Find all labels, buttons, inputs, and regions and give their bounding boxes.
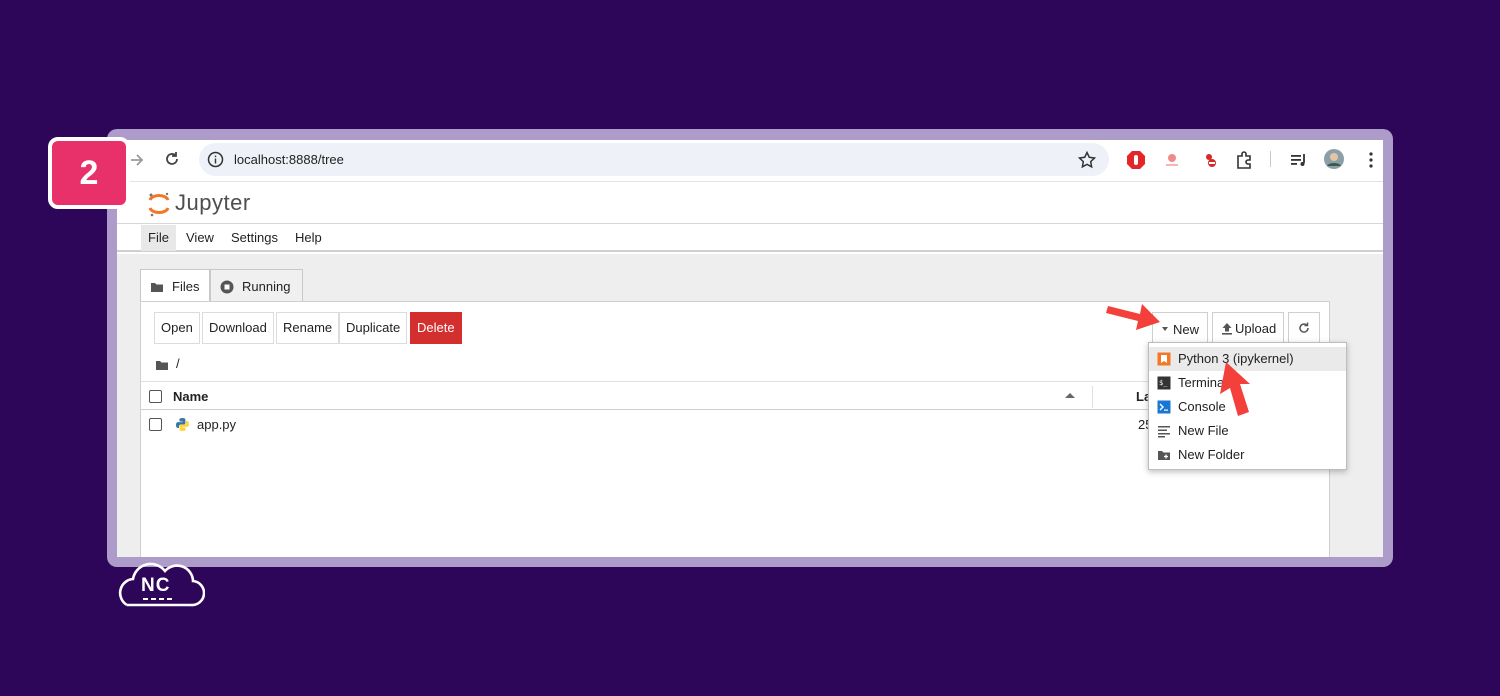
text-file-icon — [1157, 424, 1171, 438]
profile-avatar[interactable] — [1323, 148, 1345, 170]
browser-toolbar: localhost:8888/tree — [117, 140, 1383, 182]
toolbar-divider — [1270, 151, 1271, 167]
tab-files-label: Files — [172, 279, 200, 294]
annotation-arrow-icon — [1106, 304, 1160, 330]
refresh-button[interactable] — [1288, 312, 1320, 344]
step-number-badge: 2 — [48, 137, 130, 209]
running-stop-icon — [220, 280, 234, 294]
new-menu-item-new-file[interactable]: New File — [1149, 419, 1346, 443]
upload-icon — [1221, 322, 1233, 335]
folder-icon — [150, 280, 164, 294]
nc-logo-text: NC — [141, 575, 171, 596]
new-menu-item-new-folder[interactable]: New Folder — [1149, 443, 1346, 467]
nc-brand-logo: NC — [113, 555, 206, 610]
folder-icon[interactable] — [155, 358, 169, 372]
download-button[interactable]: Download — [202, 312, 274, 344]
tab-files[interactable]: Files — [140, 269, 210, 302]
menu-file[interactable]: File — [141, 225, 176, 251]
sort-ascending-icon[interactable] — [1065, 393, 1075, 398]
adblock-extension-icon[interactable] — [1125, 149, 1147, 171]
new-menu-item-label: New File — [1178, 423, 1229, 438]
svg-text:$_: $_ — [1159, 379, 1168, 387]
reload-icon[interactable] — [161, 148, 183, 170]
site-info-icon[interactable] — [207, 151, 224, 168]
breadcrumb-path[interactable]: / — [176, 356, 180, 371]
menu-bar: File View Settings Help — [117, 225, 1383, 252]
browser-menu-icon[interactable] — [1360, 149, 1382, 171]
jupyter-logo-text: Jupyter — [175, 190, 251, 215]
tab-running-label: Running — [242, 279, 291, 294]
extension-icon[interactable] — [1161, 149, 1183, 171]
forward-icon[interactable] — [127, 150, 147, 170]
console-icon — [1157, 400, 1171, 414]
terminal-icon: $_ — [1157, 376, 1171, 390]
column-divider[interactable] — [1092, 386, 1093, 408]
address-bar[interactable]: localhost:8888/tree — [199, 143, 1109, 176]
puzzle-extensions-icon[interactable] — [1234, 149, 1256, 171]
new-folder-icon — [1157, 448, 1171, 462]
upload-button-label: Upload — [1235, 321, 1277, 336]
file-name[interactable]: app.py — [197, 417, 236, 432]
name-column-header[interactable]: Name — [173, 389, 208, 404]
menu-help[interactable]: Help — [288, 225, 329, 251]
jupyter-header: Jupyter — [117, 182, 1383, 224]
delete-button[interactable]: Delete — [410, 312, 462, 344]
python-file-icon — [175, 417, 190, 432]
media-control-icon[interactable] — [1288, 149, 1310, 171]
select-all-checkbox[interactable] — [149, 390, 162, 403]
bookmark-star-icon[interactable] — [1077, 150, 1097, 170]
notebook-icon — [1157, 352, 1171, 366]
jupyter-logo-icon[interactable] — [147, 190, 171, 218]
annotation-arrow-icon — [1220, 362, 1250, 416]
upload-button[interactable]: Upload — [1212, 312, 1284, 344]
refresh-icon — [1297, 321, 1311, 335]
url-text: localhost:8888/tree — [234, 152, 344, 167]
tab-running[interactable]: Running — [210, 269, 303, 301]
new-button-label: New — [1173, 322, 1200, 337]
caret-down-icon — [1162, 327, 1168, 331]
extension-icon[interactable] — [1200, 149, 1222, 171]
row-checkbox[interactable] — [149, 418, 162, 431]
new-menu-item-label: New Folder — [1178, 447, 1245, 462]
open-button[interactable]: Open — [154, 312, 200, 344]
menu-view[interactable]: View — [179, 225, 221, 251]
menu-settings[interactable]: Settings — [224, 225, 285, 251]
rename-button[interactable]: Rename — [276, 312, 340, 344]
duplicate-button[interactable]: Duplicate — [339, 312, 408, 344]
